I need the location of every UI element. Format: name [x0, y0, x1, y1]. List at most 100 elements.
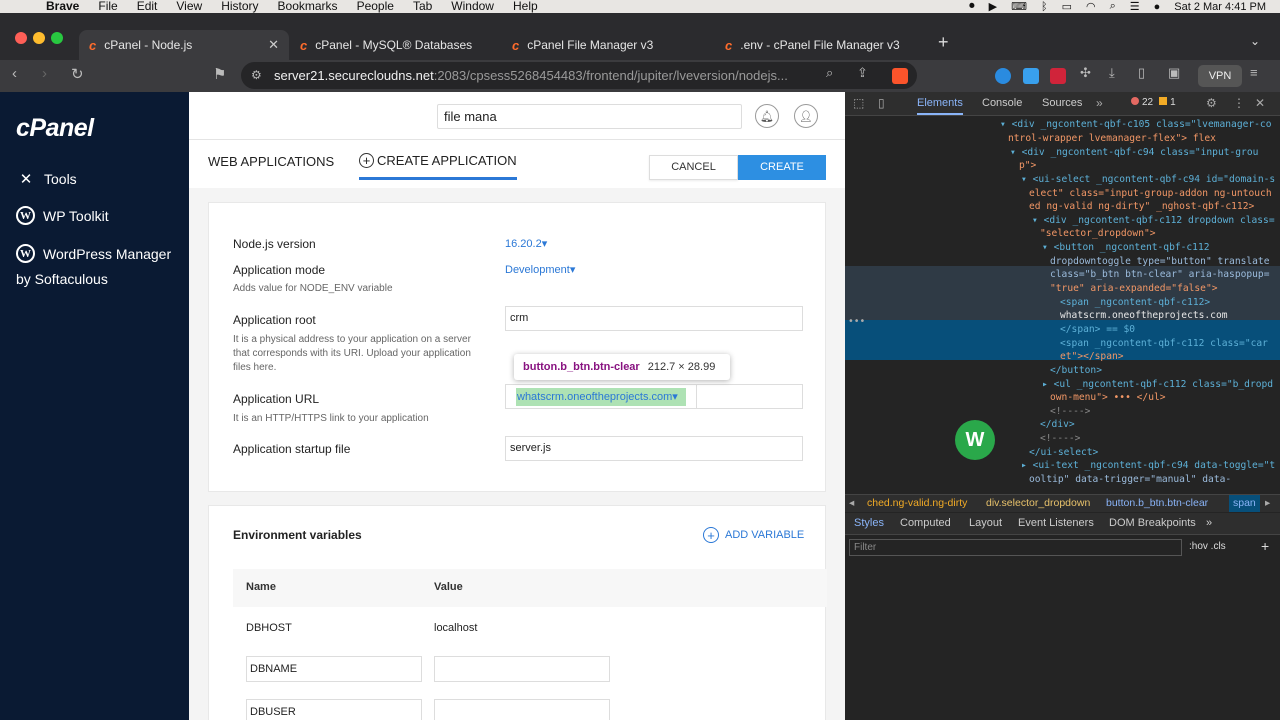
brave-shields-icon[interactable]: [892, 68, 908, 84]
sidebar-item-wp-toolkit[interactable]: W WP Toolkit: [16, 206, 109, 225]
search-input[interactable]: file mana: [437, 104, 742, 129]
wallet-icon[interactable]: ▣: [1168, 65, 1180, 81]
dom-line[interactable]: dropdowntoggle type="button" translate: [1050, 255, 1270, 269]
window-minimize-button[interactable]: [33, 32, 45, 44]
menu-brave[interactable]: Brave: [46, 0, 79, 13]
dom-line[interactable]: <!---->: [1050, 405, 1090, 419]
back-icon[interactable]: ‹: [12, 65, 17, 82]
url-bar[interactable]: ⚙ server21.securecloudns.net:2083/cpsess…: [241, 62, 917, 89]
tab-web-applications[interactable]: WEB APPLICATIONS: [208, 154, 334, 169]
menubar-datetime[interactable]: Sat 2 Mar 4:41 PM: [1174, 1, 1266, 13]
env-name-input[interactable]: DBUSER: [246, 699, 422, 720]
dom-line[interactable]: own-menu"> ••• </ul>: [1050, 391, 1166, 405]
reload-icon[interactable]: ↻: [71, 65, 84, 83]
dom-line[interactable]: <span _ngcontent-qbf-c112>: [1060, 296, 1210, 310]
extension-red-icon[interactable]: [1050, 68, 1066, 84]
sidebar-item-tools[interactable]: ✕ Tools: [16, 169, 77, 189]
cpanel-logo[interactable]: cPanel: [16, 114, 94, 143]
dom-line[interactable]: whatscrm.oneoftheprojects.com: [1060, 309, 1228, 323]
tab-cpanel-nodejs[interactable]: c cPanel - Node.js ✕: [79, 30, 289, 60]
add-variable-button[interactable]: + ADD VARIABLE: [703, 527, 804, 543]
menu-edit[interactable]: Edit: [137, 0, 158, 13]
menu-file[interactable]: File: [98, 0, 117, 13]
dom-line[interactable]: "selector_dropdown">: [1040, 227, 1156, 241]
dom-line[interactable]: ed ng-valid ng-dirty" _nghost-qbf-c112>: [1029, 200, 1254, 214]
dom-line[interactable]: et"></span>: [1060, 350, 1124, 364]
forward-icon[interactable]: ›: [42, 65, 47, 82]
keyboard-icon[interactable]: ⌨: [1011, 0, 1027, 13]
tab-create-application[interactable]: + CREATE APPLICATION: [359, 153, 517, 180]
dom-line[interactable]: "true" aria-expanded="false">: [1050, 282, 1218, 296]
dom-line[interactable]: ▾ <button _ngcontent-qbf-c112: [1042, 241, 1210, 255]
window-close-button[interactable]: [15, 32, 27, 44]
spotlight-search-icon[interactable]: ⌕: [1110, 0, 1116, 13]
dom-line[interactable]: </button>: [1050, 364, 1102, 378]
site-info-icon[interactable]: ⚙: [251, 62, 262, 89]
application-mode-select[interactable]: Development▾: [505, 263, 575, 276]
devtools-settings-gear-icon[interactable]: ⚙: [1206, 96, 1217, 110]
dom-line[interactable]: ntrol-wrapper lvemanager-flex"> flex: [1008, 132, 1216, 146]
tab-close-icon[interactable]: ✕: [268, 37, 279, 53]
dom-line[interactable]: class="b_btn btn-clear" aria-haspopup=: [1050, 268, 1270, 282]
cancel-button[interactable]: CANCEL: [649, 155, 738, 180]
sidebar-item-wordpress-manager[interactable]: W WordPress Manager: [16, 244, 171, 263]
dom-line[interactable]: elect" class="input-group-addon ng-untou…: [1029, 187, 1272, 201]
domain-select-button[interactable]: whatscrm.oneoftheprojects.com▾: [516, 388, 686, 406]
downloads-icon[interactable]: ⤓: [1109, 65, 1115, 81]
zoom-icon[interactable]: ⌕: [826, 65, 833, 81]
menu-help[interactable]: Help: [513, 0, 538, 13]
user-icon[interactable]: ●: [1154, 1, 1161, 13]
bluetooth-icon[interactable]: ᛒ: [1041, 1, 1048, 13]
tab-file-manager[interactable]: c cPanel File Manager v3: [502, 30, 712, 60]
menu-people[interactable]: People: [357, 0, 394, 13]
vpn-button[interactable]: VPN: [1198, 65, 1242, 87]
extension-chart-icon[interactable]: [1023, 68, 1039, 84]
control-center-icon[interactable]: ☰: [1130, 0, 1140, 13]
breadcrumb-item[interactable]: ched.ng-valid.ng-dirty: [867, 495, 967, 512]
dom-line[interactable]: </span> == $0: [1060, 323, 1135, 337]
breadcrumb-item[interactable]: button.b_btn.btn-clear: [1106, 495, 1208, 512]
startup-file-input[interactable]: server.js: [505, 436, 803, 461]
menu-bookmarks[interactable]: Bookmarks: [278, 0, 338, 13]
dom-line[interactable]: <!---->: [1040, 432, 1080, 446]
bookmark-icon[interactable]: ⚑: [213, 65, 226, 83]
record-icon[interactable]: ⏺: [969, 0, 975, 13]
subtab-layout[interactable]: Layout: [969, 517, 1002, 529]
menu-window[interactable]: Window: [451, 0, 494, 13]
subtab-styles[interactable]: Styles: [854, 517, 884, 529]
dom-line[interactable]: ▾ <div _ngcontent-qbf-c94 class="input-g…: [1010, 146, 1258, 160]
env-value-input[interactable]: [434, 656, 610, 682]
browser-menu-icon[interactable]: ≡: [1250, 65, 1258, 80]
breadcrumb-scroll-right-icon[interactable]: ▸: [1265, 495, 1270, 512]
dom-line[interactable]: ▾ <div _ngcontent-qbf-c112 dropdown clas…: [1032, 214, 1275, 228]
devtools-tab-sources[interactable]: Sources: [1042, 97, 1082, 109]
dom-ellipsis-icon[interactable]: •••: [848, 315, 865, 329]
devtools-tab-console[interactable]: Console: [982, 97, 1022, 109]
wifi-icon[interactable]: ◠: [1086, 0, 1096, 13]
env-name-input[interactable]: DBNAME: [246, 656, 422, 682]
dom-line[interactable]: ▸ <ui-text _ngcontent-qbf-c94 data-toggl…: [1021, 459, 1275, 473]
application-url-field[interactable]: whatscrm.oneoftheprojects.com▾: [505, 384, 803, 409]
devtools-more-icon[interactable]: ⋮: [1233, 96, 1245, 110]
menu-view[interactable]: View: [176, 0, 202, 13]
user-account-icon[interactable]: 👤︎: [794, 104, 818, 128]
tab-list-chevron-icon[interactable]: ⌄: [1250, 34, 1260, 48]
dom-line[interactable]: p">: [1019, 159, 1036, 173]
styles-hov-cls-toggles[interactable]: :hov .cls: [1189, 541, 1226, 552]
sidebar-toggle-icon[interactable]: ▯: [1138, 65, 1145, 81]
styles-filter-input[interactable]: Filter: [849, 539, 1182, 556]
breadcrumb-item[interactable]: span: [1229, 495, 1260, 512]
inspect-element-icon[interactable]: ⬚: [853, 96, 864, 110]
play-icon[interactable]: ▶: [989, 0, 997, 13]
application-root-input[interactable]: crm: [505, 306, 803, 331]
subtab-computed[interactable]: Computed: [900, 517, 951, 529]
device-toolbar-icon[interactable]: ▯: [878, 96, 885, 110]
devtools-close-icon[interactable]: ✕: [1255, 96, 1265, 110]
dom-line[interactable]: ooltip" data-trigger="manual" data-: [1029, 473, 1231, 487]
create-button[interactable]: CREATE: [738, 155, 826, 180]
extensions-puzzle-icon[interactable]: ✣: [1080, 65, 1091, 81]
menu-history[interactable]: History: [221, 0, 258, 13]
battery-icon[interactable]: ▭: [1062, 0, 1072, 13]
more-tabs-icon[interactable]: »: [1096, 96, 1103, 110]
more-subtabs-icon[interactable]: »: [1206, 517, 1212, 529]
